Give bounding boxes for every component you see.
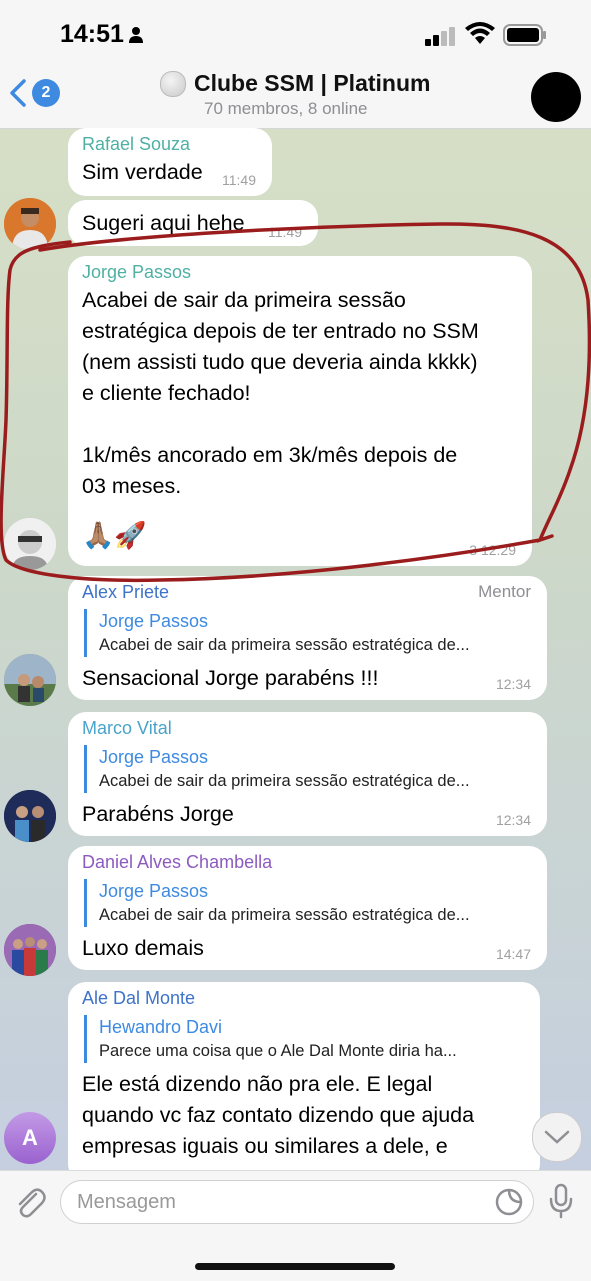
message-text: Sensacional Jorge parabéns !!!	[82, 666, 379, 690]
reply-quote[interactable]: Jorge Passos Acabei de sair da primeira …	[84, 745, 533, 793]
message-line: e cliente fechado!	[82, 381, 251, 405]
quote-sender: Jorge Passos	[99, 611, 209, 631]
sender-name: Jorge Passos	[82, 262, 192, 282]
sender-name: Alex Priete	[82, 582, 170, 602]
message-time: 12:34	[495, 676, 531, 692]
chat-header: 2 Clube SSM | Platinum 70 membros, 8 onl…	[0, 56, 591, 129]
chat-title: Clube SSM | Platinum	[194, 70, 431, 96]
emoji-line: 🙏🏽🚀	[82, 520, 147, 550]
message-input[interactable]: Mensagem	[60, 1180, 534, 1224]
sender-name: Ale Dal Monte	[82, 988, 196, 1008]
paperclip-icon[interactable]	[14, 1185, 46, 1219]
unread-count-badge: 2	[32, 79, 60, 107]
quote-sender: Hewandro Davi	[99, 1017, 223, 1037]
person-icon	[129, 27, 143, 43]
message-time: 11:49	[268, 224, 302, 240]
battery-icon	[503, 24, 546, 46]
message-bubble[interactable]: Alex Priete Mentor Jorge Passos Acabei d…	[68, 576, 547, 700]
chat-title-area[interactable]: Clube SSM | Platinum 70 membros, 8 onlin…	[160, 70, 460, 119]
message-line: Acabei de sair da primeira sessão	[82, 288, 406, 312]
status-time: 14:51	[60, 20, 124, 48]
reply-quote[interactable]: Jorge Passos Acabei de sair da primeira …	[84, 609, 533, 657]
avatar[interactable]	[4, 198, 56, 250]
avatar-initial[interactable]: A	[4, 1112, 56, 1164]
chat-subtitle: 70 membros, 8 online	[204, 99, 368, 118]
message-bubble[interactable]: Ale Dal Monte Hewandro Davi Parece uma c…	[68, 982, 540, 1182]
avatar[interactable]	[4, 654, 56, 706]
group-status-icon	[160, 70, 186, 97]
message-bubble[interactable]: Sugeri aqui hehe 11:49	[68, 200, 318, 246]
message-time: 3 12:29	[469, 542, 516, 558]
quote-text: Acabei de sair da primeira sessão estrat…	[99, 636, 470, 654]
message-bubble[interactable]: Rafael Souza Sim verdade 11:49	[68, 128, 272, 196]
avatar[interactable]	[4, 924, 56, 976]
message-bubble[interactable]: Marco Vital Jorge Passos Acabei de sair …	[68, 712, 547, 836]
chevron-left-icon	[10, 79, 26, 107]
message-text: Parabéns Jorge	[82, 802, 234, 826]
avatar[interactable]	[4, 790, 56, 842]
message-line: empresas iguais ou similares a dele, e	[82, 1134, 448, 1158]
message-text: Luxo demais	[82, 936, 204, 960]
quote-sender: Jorge Passos	[99, 747, 209, 767]
avatar[interactable]	[4, 518, 56, 570]
quote-sender: Jorge Passos	[99, 881, 209, 901]
home-indicator	[195, 1263, 395, 1270]
sender-name: Marco Vital	[82, 718, 172, 738]
message-time: 12:34	[495, 812, 531, 828]
wifi-icon	[465, 22, 495, 44]
scroll-down-button[interactable]	[532, 1112, 582, 1162]
message-line: Ele está dizendo não pra ele. E legal	[82, 1072, 433, 1096]
reply-quote[interactable]: Jorge Passos Acabei de sair da primeira …	[84, 879, 533, 927]
message-bubble[interactable]: Jorge Passos Acabei de sair da primeira …	[68, 256, 532, 566]
back-button[interactable]: 2	[8, 78, 60, 108]
message-time: 11:49	[222, 172, 256, 188]
microphone-icon[interactable]	[548, 1183, 574, 1219]
message-line: 03 meses.	[82, 474, 182, 498]
message-bubble[interactable]: Daniel Alves Chambella Jorge Passos Acab…	[68, 846, 547, 970]
quote-text: Acabei de sair da primeira sessão estrat…	[99, 772, 470, 790]
sender-name: Daniel Alves Chambella	[82, 852, 273, 872]
signal-icon	[425, 27, 455, 46]
message-line: estratégica depois de ter entrado no SSM	[82, 319, 479, 343]
reply-quote[interactable]: Hewandro Davi Parece uma coisa que o Ale…	[84, 1015, 526, 1063]
message-line: (nem assisti tudo que deveria ainda kkkk…	[82, 350, 478, 374]
message-line: 1k/mês ancorado em 3k/mês depois de	[82, 443, 458, 467]
sticker-icon[interactable]	[494, 1187, 524, 1217]
quote-text: Acabei de sair da primeira sessão estrat…	[99, 906, 470, 924]
quote-text: Parece uma coisa que o Ale Dal Monte dir…	[99, 1042, 457, 1060]
sender-name: Rafael Souza	[82, 134, 191, 154]
role-tag: Mentor	[478, 582, 531, 601]
message-input-bar: Mensagem	[0, 1170, 591, 1281]
message-line: quando vc faz contato dizendo que ajuda	[82, 1103, 475, 1127]
message-time: 14:47	[495, 946, 531, 962]
group-avatar[interactable]	[531, 72, 581, 122]
chevron-down-icon	[544, 1130, 570, 1144]
